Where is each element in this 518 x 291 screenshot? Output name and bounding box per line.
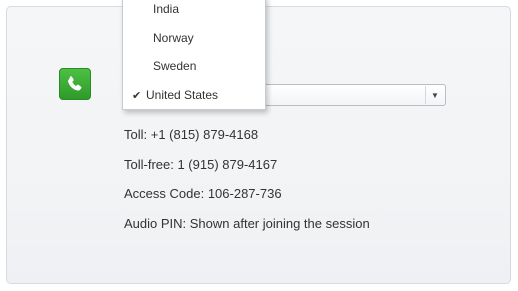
checkmark-icon: ✔ [132,90,142,102]
audio-dial-in-page: ▼ India Norway Sweden ✔ United States Tol… [0,0,518,291]
selected-country-label: United States [146,88,219,102]
country-option-united-states[interactable]: ✔ United States [132,88,218,102]
country-option-india[interactable]: India [153,2,179,16]
phone-icon [59,68,91,100]
toll-number: Toll: +1 (815) 879-4168 [124,127,259,142]
toll-free-number: Toll-free: 1 (915) 879-4167 [124,157,278,172]
country-dropdown: India Norway Sweden ✔ United States [122,0,266,110]
chevron-down-icon[interactable]: ▼ [425,86,444,104]
country-option-sweden[interactable]: Sweden [153,59,196,73]
country-option-norway[interactable]: Norway [153,31,194,45]
audio-pin: Audio PIN: Shown after joining the sessi… [124,216,370,231]
access-code: Access Code: 106-287-736 [124,186,282,201]
